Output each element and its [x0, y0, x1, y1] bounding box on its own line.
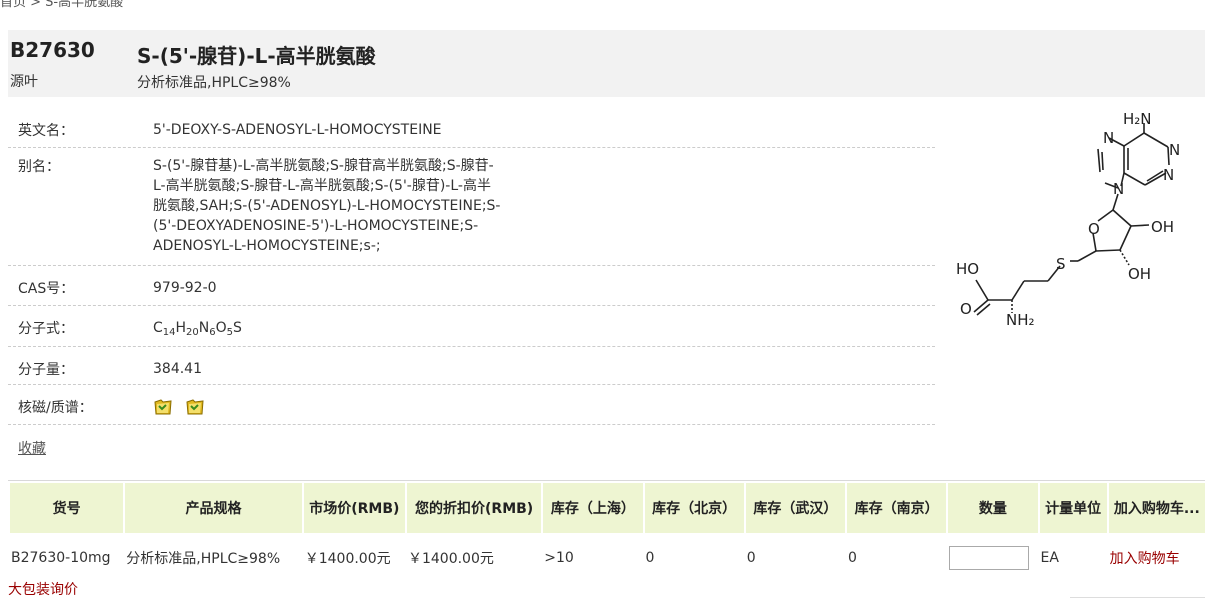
table-header-row: 货号 产品规格 市场价(RMB) 您的折扣价(RMB) 库存（上海） 库存（北京… — [10, 483, 1205, 533]
cell-spec: 分析标准品,HPLC≥98% — [126, 550, 281, 567]
mw-value: 384.41 — [153, 361, 202, 377]
cell-market-price: ￥1400.00元 — [304, 550, 391, 567]
header-quantity: 数量 — [948, 483, 1038, 533]
property-row-alias: 别名： S-(5'-腺苷基)-L-高半胱氨酸;S-腺苷高半胱氨酸;S-腺苷- L… — [8, 148, 935, 266]
header-sku: 货号 — [10, 483, 124, 533]
product-brand: 源叶 — [10, 74, 38, 90]
product-header: B27630 源叶 S-(5'-腺苷)-L-高半胱氨酸 分析标准品,HPLC≥9… — [8, 30, 1205, 97]
breadcrumb: 首页 > S-高半胱氨酸 — [0, 0, 124, 10]
property-row-english-name: 英文名： 5'-DEOXY-S-ADENOSYL-L-HOMOCYSTEINE — [8, 108, 935, 148]
english-name-value: 5'-DEOXY-S-ADENOSYL-L-HOMOCYSTEINE — [153, 122, 442, 138]
structure-label: OH — [1151, 218, 1174, 236]
alias-value: S-(5'-腺苷基)-L-高半胱氨酸;S-腺苷高半胱氨酸;S-腺苷- L-高半胱… — [153, 156, 533, 255]
pricing-table: 货号 产品规格 市场价(RMB) 您的折扣价(RMB) 库存（上海） 库存（北京… — [8, 481, 1205, 582]
table-row: B27630-10mg 分析标准品,HPLC≥98% ￥1400.00元 ￥14… — [10, 535, 1205, 580]
alias-line: ADENOSYL-L-HOMOCYSTEINE;s-; — [153, 238, 381, 254]
header-discount-price: 您的折扣价(RMB) — [406, 483, 542, 533]
nmr-value — [153, 397, 533, 416]
formula-n: N — [198, 320, 210, 336]
add-to-cart-link[interactable]: 加入购物车 — [1110, 551, 1180, 567]
header-unit: 计量单位 — [1039, 483, 1107, 533]
cell-unit: EA — [1040, 549, 1059, 566]
property-row-formula: 分子式： C14H20N6O5S — [8, 306, 935, 347]
alias-line: L-高半胱氨酸;S-腺苷-L-高半胱氨酸;S-(5'-腺苷)-L-高半 — [153, 178, 491, 194]
structure-label: OH — [1128, 265, 1151, 283]
header-stock-wuhan: 库存（武汉） — [745, 483, 846, 533]
divider — [1070, 597, 1205, 598]
bulk-inquiry-link[interactable]: 大包装询价 — [8, 579, 78, 599]
formula-label: 分子式： — [18, 321, 74, 337]
cell-stock-wuhan: 0 — [746, 549, 756, 566]
product-code: B27630 — [10, 38, 95, 62]
structure-label: S — [1056, 255, 1066, 273]
alias-line: (5'-DEOXYADENOSINE-5')-L-HOMOCYSTEINE;S- — [153, 218, 479, 234]
cell-sku: B27630-10mg — [11, 549, 111, 566]
nmr-label: 核磁/质谱： — [18, 400, 93, 416]
cas-value: 979-92-0 — [153, 280, 217, 296]
cell-quantity — [948, 535, 1037, 580]
alias-line: S-(5'-腺苷基)-L-高半胱氨酸;S-腺苷高半胱氨酸;S-腺苷- — [153, 158, 494, 174]
property-list: 英文名： 5'-DEOXY-S-ADENOSYL-L-HOMOCYSTEINE … — [8, 108, 935, 425]
property-row-cas: CAS号： 979-92-0 — [8, 266, 935, 306]
cell-stock-beijing: 0 — [645, 549, 655, 566]
header-add-to-cart: 加入购物车... — [1108, 483, 1205, 533]
header-stock-shanghai: 库存（上海） — [543, 483, 643, 533]
nmr-file-icon[interactable] — [153, 398, 173, 416]
header-stock-nanjing: 库存（南京） — [847, 483, 947, 533]
product-name: S-(5'-腺苷)-L-高半胱氨酸 — [137, 44, 376, 68]
cas-label: CAS号： — [18, 281, 75, 297]
structure-label: NH₂ — [1006, 311, 1035, 329]
structure-label: N — [1163, 166, 1174, 184]
formula-s: S — [233, 320, 242, 336]
formula-h: H — [175, 320, 187, 336]
formula-o: O — [215, 320, 227, 336]
quantity-input[interactable] — [949, 545, 1030, 570]
english-name-label: 英文名： — [18, 123, 74, 139]
product-grade: 分析标准品,HPLC≥98% — [137, 75, 291, 91]
pricing-table-wrapper: 货号 产品规格 市场价(RMB) 您的折扣价(RMB) 库存（上海） 库存（北京… — [8, 480, 1205, 582]
favorite-link[interactable]: 收藏 — [18, 438, 46, 458]
cell-discount-price: ￥1400.00元 — [407, 550, 494, 567]
property-row-molecular-weight: 分子量： 384.41 — [8, 347, 935, 385]
formula-c: C — [153, 320, 163, 336]
property-row-nmr: 核磁/质谱： — [8, 385, 935, 425]
mw-label: 分子量： — [18, 362, 74, 378]
alias-label: 别名： — [18, 159, 60, 175]
structure-label: O — [960, 300, 972, 318]
cell-stock-shanghai: >10 — [544, 549, 574, 566]
cell-stock-nanjing: 0 — [848, 549, 857, 566]
chemical-structure-image: H₂N N N N N O OH OH S HO O NH₂ — [948, 108, 1198, 340]
structure-label: N — [1113, 180, 1124, 198]
formula-h-count: 20 — [186, 327, 199, 338]
header-spec: 产品规格 — [125, 483, 302, 533]
alias-line: 胱氨酸,SAH;S-(5'-ADENOSYL)-L-HOMOCYSTEINE;S… — [153, 198, 501, 214]
structure-label: N — [1103, 129, 1114, 147]
structure-label: N — [1169, 141, 1180, 159]
structure-label: H₂N — [1123, 110, 1152, 128]
ms-file-icon[interactable] — [185, 398, 205, 416]
header-stock-beijing: 库存（北京） — [644, 483, 744, 533]
structure-label: HO — [956, 260, 979, 278]
header-market-price: 市场价(RMB) — [303, 483, 405, 533]
formula-value: C14H20N6O5S — [153, 318, 533, 338]
structure-label: O — [1088, 220, 1100, 238]
formula-c-count: 14 — [162, 327, 176, 338]
cell-add-to-cart: 加入购物车 — [1109, 535, 1205, 580]
